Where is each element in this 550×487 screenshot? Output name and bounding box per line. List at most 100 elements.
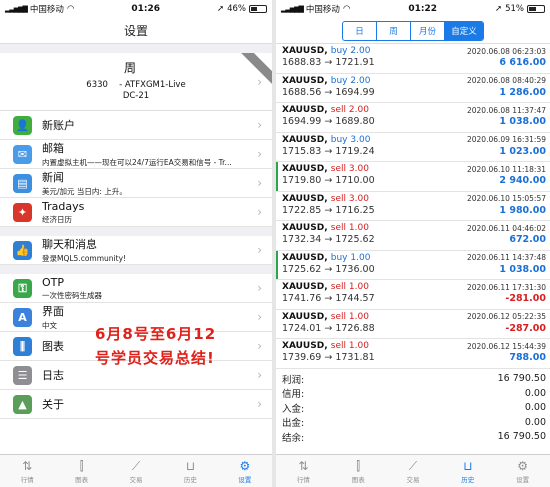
deal-time: 2020.06.11 04:46:02 xyxy=(466,223,546,233)
tab-trade[interactable]: ⟋ 交易 xyxy=(386,455,441,487)
deal-row[interactable]: XAUUSD, sell 1.00 2020.06.11 04:46:02 1732… xyxy=(276,221,550,251)
deal-side: buy 3.00 xyxy=(331,135,371,145)
settings-item-about[interactable]: ▲ 关于 › xyxy=(0,390,272,419)
tab-trade[interactable]: ⟋ 交易 xyxy=(109,455,163,487)
tab-label: 设置 xyxy=(238,475,252,484)
settings-item-news[interactable]: ▤ 新闻 美元/加元 当日内: 上升。 › xyxy=(0,169,272,198)
deal-prices: 1688.56 → 1694.99 xyxy=(282,87,375,98)
tab-label: 图表 xyxy=(351,475,365,484)
tab-settings[interactable]: ⚙ 设置 xyxy=(495,455,550,487)
deal-prices: 1719.80 → 1710.00 xyxy=(282,175,375,186)
deal-close-price: 1710.00 xyxy=(335,175,375,186)
deal-title: XAUUSD, sell 1.00 xyxy=(282,223,369,233)
period-day[interactable]: 日 xyxy=(343,21,377,40)
deal-symbol: XAUUSD, xyxy=(282,105,328,115)
deal-row[interactable]: XAUUSD, sell 1.00 2020.06.12 15:44:39 1739… xyxy=(276,339,550,369)
settings-item-otp[interactable]: ⚿ OTP 一次性密码生成器 › xyxy=(0,274,272,303)
history-icon: ⊔ xyxy=(185,458,196,473)
deal-side-label: buy xyxy=(330,46,348,56)
summary-value: 0.00 xyxy=(524,387,546,399)
deal-time: 2020.06.08 08:40:29 xyxy=(466,76,546,85)
tab-charts[interactable]: ⫿ 图表 xyxy=(331,455,386,487)
deal-side-label: sell xyxy=(330,105,346,115)
deal-time: 2020.06.08 06:23:03 xyxy=(466,46,546,56)
settings-item-subtitle: 内置虚拟主机——现在可以24/7运行EA交易和信号 - Tr... xyxy=(42,158,232,167)
overlay-caption-line: 号学员交易总结! xyxy=(95,349,215,367)
tab-history[interactable]: ⊔ 历史 xyxy=(163,455,217,487)
deal-title: XAUUSD, sell 1.00 xyxy=(282,282,369,292)
tab-quotes[interactable]: ⇅ 行情 xyxy=(0,455,54,487)
chevron-right-icon: › xyxy=(257,205,262,219)
deal-row[interactable]: XAUUSD, buy 1.00 2020.06.11 14:37:48 1725.… xyxy=(276,250,550,280)
tab-charts[interactable]: ⫿ 图表 xyxy=(54,455,108,487)
tab-history[interactable]: ⊔ 历史 xyxy=(440,455,495,487)
deal-symbol: XAUUSD, xyxy=(282,311,328,322)
overlay-caption: 6月8号至6月12 号学员交易总结! xyxy=(95,322,216,370)
history-screen: ▂▃▅▆▇ 中国移动 ◠ 01:22 ➚ 51% 日 周 月份 自定义 XAUU… xyxy=(276,0,550,487)
deal-symbol: XAUUSD, xyxy=(282,164,328,174)
deal-open-price: 1741.76 xyxy=(282,293,322,304)
otp-key-icon: ⚿ xyxy=(13,279,32,298)
settings-item-mailbox[interactable]: ✉ 邮箱 内置虚拟主机——现在可以24/7运行EA交易和信号 - Tr... › xyxy=(0,140,272,169)
deal-side-label: sell xyxy=(330,341,346,351)
chevron-right-icon: › xyxy=(257,397,262,411)
deal-row[interactable]: XAUUSD, buy 2.00 2020.06.08 06:23:03 1688.… xyxy=(276,44,550,74)
deal-profit: 1 286.00 xyxy=(499,86,546,98)
deal-profit: 1 038.00 xyxy=(499,116,546,127)
deal-row[interactable]: XAUUSD, buy 2.00 2020.06.08 08:40:29 1688.… xyxy=(276,74,550,103)
period-month[interactable]: 月份 xyxy=(411,21,445,40)
page-title: 设置 xyxy=(0,18,272,44)
deal-lots: 2.00 xyxy=(350,46,371,56)
section-gap xyxy=(0,265,272,274)
settings-item-new-account[interactable]: 👤 新账户 › xyxy=(0,111,272,140)
tab-label: 图表 xyxy=(75,475,89,484)
settings-item-label: 图表 xyxy=(42,340,64,353)
deal-time: 2020.06.11 17:31:30 xyxy=(466,282,546,292)
wifi-icon: ◠ xyxy=(342,4,351,14)
deal-row[interactable]: XAUUSD, sell 1.00 2020.06.12 05:22:35 1724… xyxy=(276,310,550,339)
period-week[interactable]: 周 xyxy=(377,21,411,40)
deal-profit: 1 023.00 xyxy=(499,145,546,157)
deal-side-label: buy xyxy=(330,134,348,145)
settings-item-subtitle: 经济日历 xyxy=(42,214,72,224)
period-segmented-control: 日 周 月份 自定义 xyxy=(342,20,484,41)
deal-row[interactable]: XAUUSD, buy 3.00 2020.06.09 16:31:59 1715.… xyxy=(276,133,550,162)
settings-item-tradays[interactable]: ✦ Tradays 经济日历 › xyxy=(0,198,272,227)
deal-row[interactable]: XAUUSD, sell 3.00 2020.06.10 15:05:57 1722… xyxy=(276,192,550,221)
deal-close-price: 1726.88 xyxy=(335,322,375,334)
settings-item-chat[interactable]: 👍 聊天和消息 登录MQL5.community! › xyxy=(0,236,272,265)
deal-side-label: sell xyxy=(330,193,346,204)
arrow-right-icon: → xyxy=(324,293,333,304)
deal-row[interactable]: XAUUSD, sell 3.00 2020.06.10 11:18:31 1719… xyxy=(276,162,550,192)
deal-side-label: sell xyxy=(330,223,346,233)
arrow-right-icon: → xyxy=(324,86,333,98)
deal-profit: 788.00 xyxy=(509,352,546,363)
wifi-icon: ◠ xyxy=(66,4,75,14)
tab-quotes[interactable]: ⇅ 行情 xyxy=(276,455,331,487)
account-card[interactable]: 周 6330 - ATFXGM1-Live DC-21 › xyxy=(0,53,272,111)
arrow-right-icon: → xyxy=(324,175,333,186)
deal-title: XAUUSD, buy 3.00 xyxy=(282,135,370,145)
quotes-icon: ⇅ xyxy=(298,458,309,473)
deal-row[interactable]: XAUUSD, sell 2.00 2020.06.08 11:37:47 1694… xyxy=(276,103,550,133)
summary-label: 出金: xyxy=(282,418,305,430)
deal-prices: 1725.62 → 1736.00 xyxy=(282,264,375,275)
carrier-label: 中国移动 xyxy=(305,5,340,15)
deal-prices: 1724.01 → 1726.88 xyxy=(282,323,375,334)
arrow-right-icon: → xyxy=(324,204,333,216)
period-custom[interactable]: 自定义 xyxy=(445,21,483,40)
tab-label: 行情 xyxy=(20,475,34,484)
tab-settings[interactable]: ⚙ 设置 xyxy=(218,455,272,487)
deal-symbol: XAUUSD, xyxy=(282,46,328,56)
tab-label: 历史 xyxy=(183,475,197,484)
settings-item-label: 新账户 xyxy=(42,119,75,132)
deal-side: buy 2.00 xyxy=(331,46,371,56)
deal-row[interactable]: XAUUSD, sell 1.00 2020.06.11 17:31:30 1741… xyxy=(276,280,550,310)
deal-close-price: 1725.62 xyxy=(335,234,375,245)
summary-value: 0.00 xyxy=(524,402,546,414)
deal-time: 2020.06.11 14:37:48 xyxy=(466,253,546,262)
battery-percent: 46% xyxy=(227,4,246,14)
summary-row: 信用: 0.00 xyxy=(282,386,546,401)
deal-title: XAUUSD, buy 2.00 xyxy=(282,76,370,86)
location-icon: ➚ xyxy=(216,4,225,14)
